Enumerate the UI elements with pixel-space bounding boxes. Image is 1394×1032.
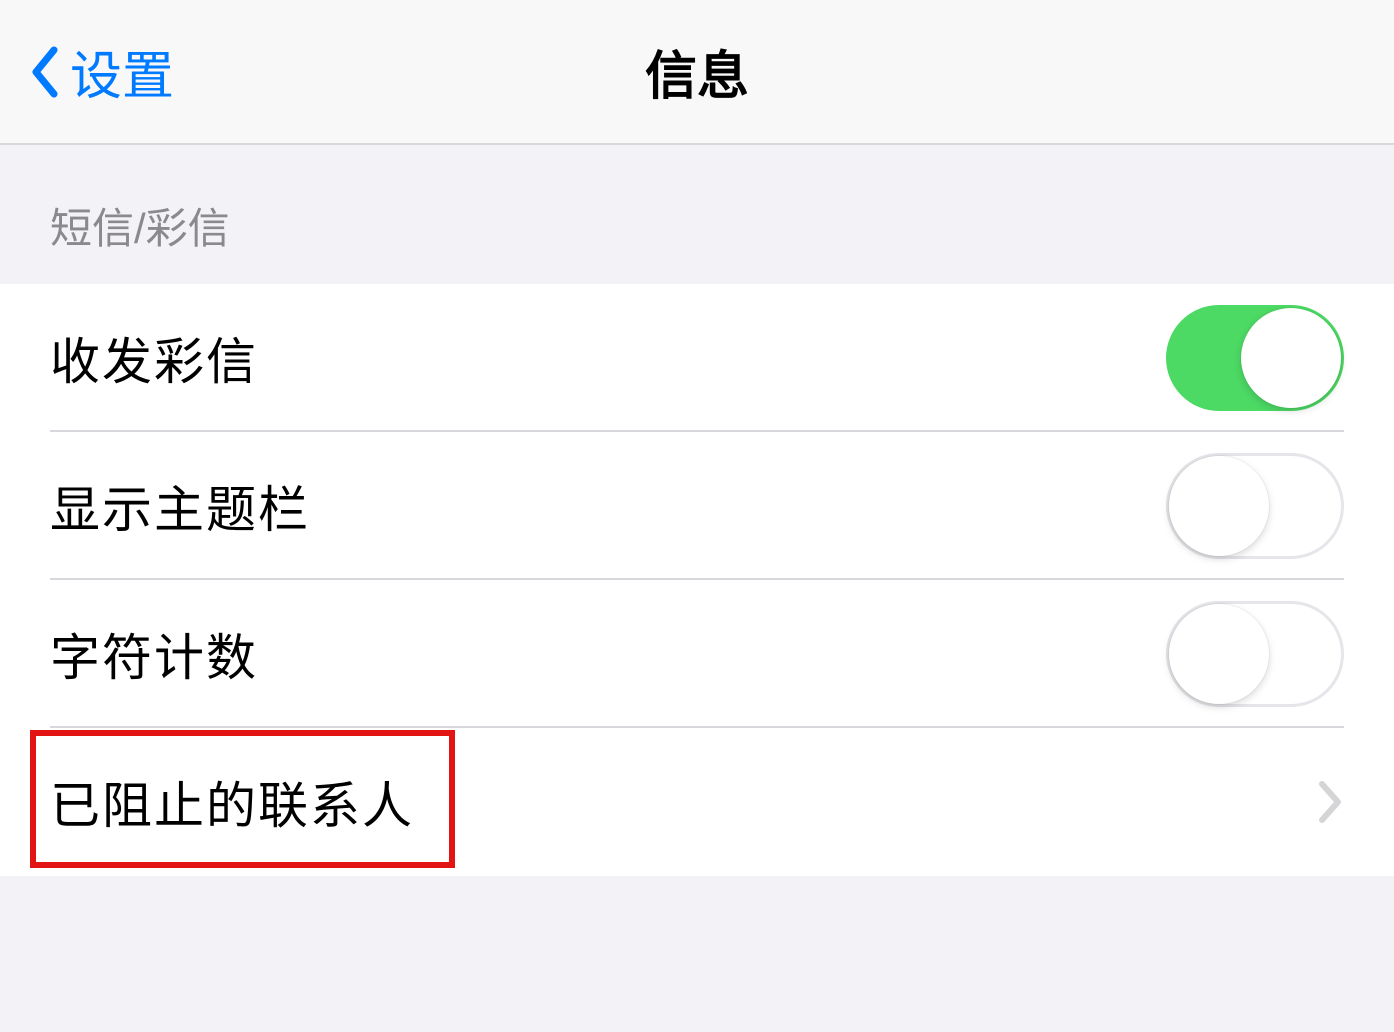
chevron-left-icon bbox=[28, 46, 58, 98]
toggle-subject[interactable] bbox=[1166, 453, 1344, 559]
row-label-blocked: 已阻止的联系人 bbox=[50, 766, 414, 838]
section-header: 短信/彩信 bbox=[0, 145, 1394, 284]
toggle-mms[interactable] bbox=[1166, 305, 1344, 411]
row-subject: 显示主题栏 bbox=[0, 432, 1394, 580]
toggle-charcount[interactable] bbox=[1166, 601, 1344, 707]
row-blocked-container: 已阻止的联系人 bbox=[0, 728, 1394, 876]
toggle-knob-icon bbox=[1241, 308, 1341, 408]
row-mms: 收发彩信 bbox=[0, 284, 1394, 432]
row-blocked-contacts[interactable]: 已阻止的联系人 bbox=[0, 728, 1394, 876]
page-title: 信息 bbox=[645, 34, 749, 109]
row-label-mms: 收发彩信 bbox=[50, 322, 258, 394]
navbar: 设置 信息 bbox=[0, 0, 1394, 145]
back-label: 设置 bbox=[70, 34, 174, 109]
back-button[interactable]: 设置 bbox=[28, 34, 174, 109]
row-charcount: 字符计数 bbox=[0, 580, 1394, 728]
chevron-right-icon bbox=[1318, 780, 1344, 824]
settings-group: 收发彩信 显示主题栏 字符计数 已阻止的联系人 bbox=[0, 284, 1394, 876]
toggle-knob-icon bbox=[1169, 604, 1269, 704]
row-label-subject: 显示主题栏 bbox=[50, 470, 310, 542]
row-label-charcount: 字符计数 bbox=[50, 618, 258, 690]
toggle-knob-icon bbox=[1169, 456, 1269, 556]
